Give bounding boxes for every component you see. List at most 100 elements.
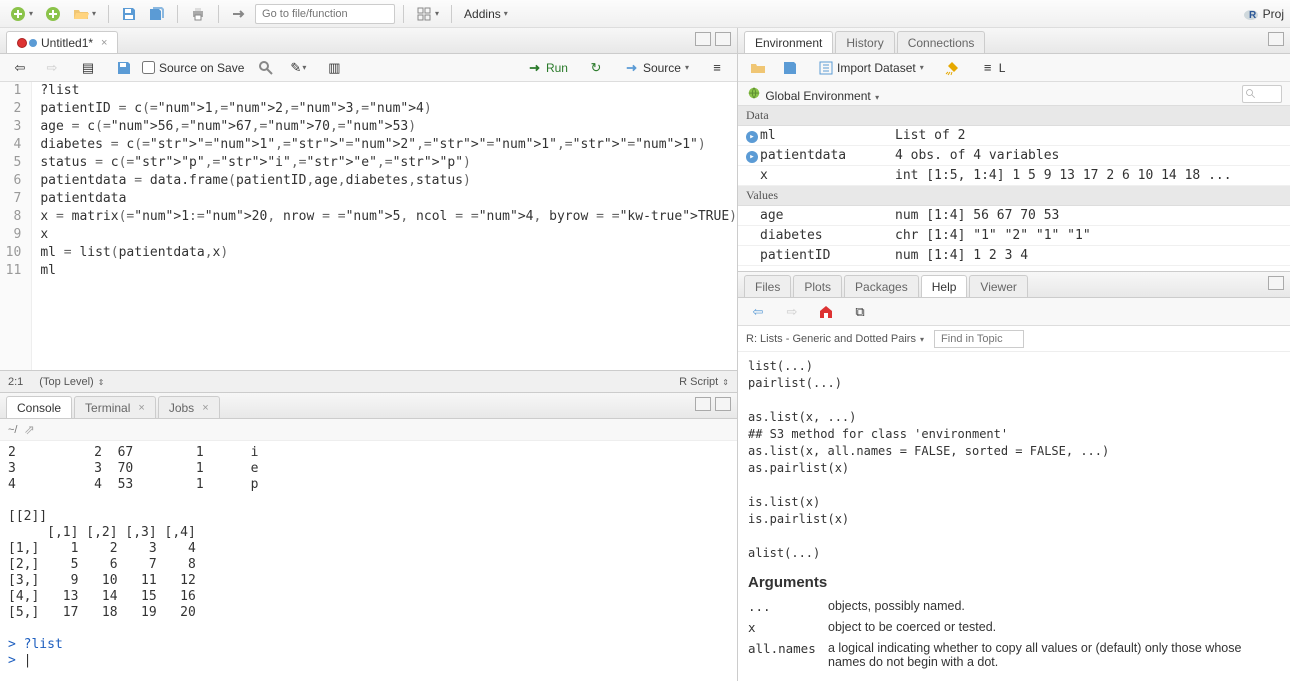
help-breadcrumb[interactable]: R: Lists - Generic and Dotted Pairs ▾ [746, 333, 924, 345]
scope-selector[interactable]: (Top Level) ⇕ [39, 376, 104, 388]
import-dataset-button[interactable]: Import Dataset ▾ [812, 57, 930, 79]
close-icon[interactable]: × [101, 37, 107, 49]
maximize-pane-button[interactable] [715, 32, 731, 46]
help-popout-button[interactable]: ⧉ [846, 301, 874, 323]
env-section-data: Data [738, 106, 1290, 126]
outline-button[interactable]: ≡ [703, 57, 731, 79]
save-source-button[interactable] [110, 57, 138, 79]
minimize-pane-button[interactable] [1268, 276, 1284, 290]
help-tabs: Files Plots Packages Help Viewer [738, 272, 1290, 298]
close-icon[interactable]: × [138, 402, 144, 414]
save-all-button[interactable] [145, 3, 169, 25]
tab-connections[interactable]: Connections [897, 31, 986, 53]
import-icon [818, 60, 834, 76]
console-output[interactable]: 2 2 67 1 i 3 3 70 1 e 4 4 53 1 p [[2]] [… [0, 441, 737, 681]
help-arguments-heading: Arguments [748, 574, 1280, 591]
help-arg-row: xobject to be coerced or tested. [748, 620, 1280, 635]
help-home-button[interactable] [812, 301, 840, 323]
tab-console[interactable]: Console [6, 396, 72, 418]
r-logo-icon: R [1243, 6, 1259, 22]
tab-files[interactable]: Files [744, 275, 791, 297]
addins-button[interactable]: Addins ▾ [460, 3, 512, 25]
open-file-button[interactable]: ▾ [69, 3, 100, 25]
source-editor[interactable]: 1234567891011 ?list patientID = c(="num"… [0, 82, 737, 370]
r-file-icon [29, 39, 37, 47]
compile-report-button[interactable]: ▥ [320, 57, 348, 79]
save-workspace-button[interactable] [776, 57, 804, 79]
tab-jobs[interactable]: Jobs× [158, 396, 220, 418]
tab-packages[interactable]: Packages [844, 275, 919, 297]
tab-history[interactable]: History [835, 31, 894, 53]
notebook-icon: ▥ [326, 60, 342, 76]
code-tools-button[interactable]: ✎▾ [284, 57, 312, 79]
help-toolbar: ⇦ ⇨ ⧉ [738, 298, 1290, 326]
chevron-down-icon: ▾ [685, 63, 689, 72]
env-value-row[interactable]: diabeteschr [1:4] "1" "2" "1" "1" [738, 226, 1290, 246]
project-menu[interactable]: R Proj [1243, 6, 1284, 22]
source-status-bar: 2:1 (Top Level) ⇕ R Script ⇕ [0, 370, 737, 392]
env-data-row[interactable]: ▸patientdata4 obs. of 4 variables [738, 146, 1290, 166]
source-on-save-checkbox[interactable]: Source on Save [142, 61, 244, 75]
new-project-button[interactable] [41, 3, 65, 25]
goto-button[interactable] [227, 3, 251, 25]
floppy-stack-icon [149, 6, 165, 22]
printer-icon [190, 6, 206, 22]
env-data-row[interactable]: xint [1:5, 1:4] 1 5 9 13 17 2 6 10 14 18… [738, 166, 1290, 186]
run-arrow-icon [527, 60, 543, 76]
find-button[interactable] [252, 57, 280, 79]
expand-icon[interactable]: ▸ [746, 151, 758, 163]
source-file-button[interactable]: Source ▾ [618, 57, 695, 79]
env-value-row[interactable]: patientIDnum [1:4] 1 2 3 4 [738, 246, 1290, 266]
help-content[interactable]: list(...) pairlist(...) as.list(x, ...) … [738, 352, 1290, 681]
folder-open-icon [750, 60, 766, 76]
env-scope-selector[interactable]: Global Environment ▾ [746, 85, 879, 103]
env-data-row[interactable]: ▸mlList of 2 [738, 126, 1290, 146]
forward-button[interactable]: ⇨ [38, 57, 66, 79]
magnifier-icon [258, 60, 274, 76]
floppy-icon [121, 6, 137, 22]
source-toolbar: ⇦ ⇨ ▤ Source on Save ✎▾ ▥ Run ↻ [0, 54, 737, 82]
panes-button[interactable]: ▾ [412, 3, 443, 25]
goto-input[interactable] [255, 4, 395, 24]
outline-icon: ≡ [709, 60, 725, 76]
tab-help[interactable]: Help [921, 275, 968, 297]
help-back-button[interactable]: ⇦ [744, 301, 772, 323]
close-icon[interactable]: × [202, 402, 208, 414]
expand-icon[interactable]: ▸ [746, 131, 758, 143]
rerun-button[interactable]: ↻ [582, 57, 610, 79]
arrow-right-icon: ⇨ [44, 60, 60, 76]
env-search-input[interactable] [1242, 85, 1282, 103]
arrow-right-icon: ⇨ [784, 304, 800, 320]
clear-workspace-button[interactable] [938, 57, 966, 79]
show-in-new-window-button[interactable]: ▤ [74, 57, 102, 79]
back-button[interactable]: ⇦ [6, 57, 34, 79]
source-arrow-icon [624, 60, 640, 76]
tab-terminal[interactable]: Terminal× [74, 396, 156, 418]
maximize-pane-button[interactable] [715, 397, 731, 411]
new-file-button[interactable]: ▾ [6, 3, 37, 25]
console-tabs: Console Terminal× Jobs× [0, 393, 737, 419]
minimize-pane-button[interactable] [1268, 32, 1284, 46]
chevron-down-icon: ▾ [435, 9, 439, 18]
print-button[interactable] [186, 3, 210, 25]
main-toolbar: ▾ ▾ ▾ Addins ▾ R Proj [0, 0, 1290, 28]
globe-icon [746, 85, 762, 101]
find-in-topic-input[interactable] [934, 330, 1024, 348]
run-button[interactable]: Run [521, 57, 574, 79]
lang-selector[interactable]: R Script ⇕ [679, 376, 729, 388]
tab-viewer[interactable]: Viewer [969, 275, 1027, 297]
minimize-pane-button[interactable] [695, 32, 711, 46]
help-forward-button[interactable]: ⇨ [778, 301, 806, 323]
list-view-button[interactable]: ≡L [974, 57, 1012, 79]
minimize-pane-button[interactable] [695, 397, 711, 411]
tab-environment[interactable]: Environment [744, 31, 833, 53]
console-path-bar: ~/ ⇗ [0, 419, 737, 441]
load-workspace-button[interactable] [744, 57, 772, 79]
floppy-icon [782, 60, 798, 76]
arrow-right-icon [231, 6, 247, 22]
env-toolbar: Import Dataset ▾ ≡L [738, 54, 1290, 82]
save-button[interactable] [117, 3, 141, 25]
tab-plots[interactable]: Plots [793, 275, 842, 297]
source-tab-untitled[interactable]: Untitled1* × [6, 31, 118, 53]
env-value-row[interactable]: agenum [1:4] 56 67 70 53 [738, 206, 1290, 226]
